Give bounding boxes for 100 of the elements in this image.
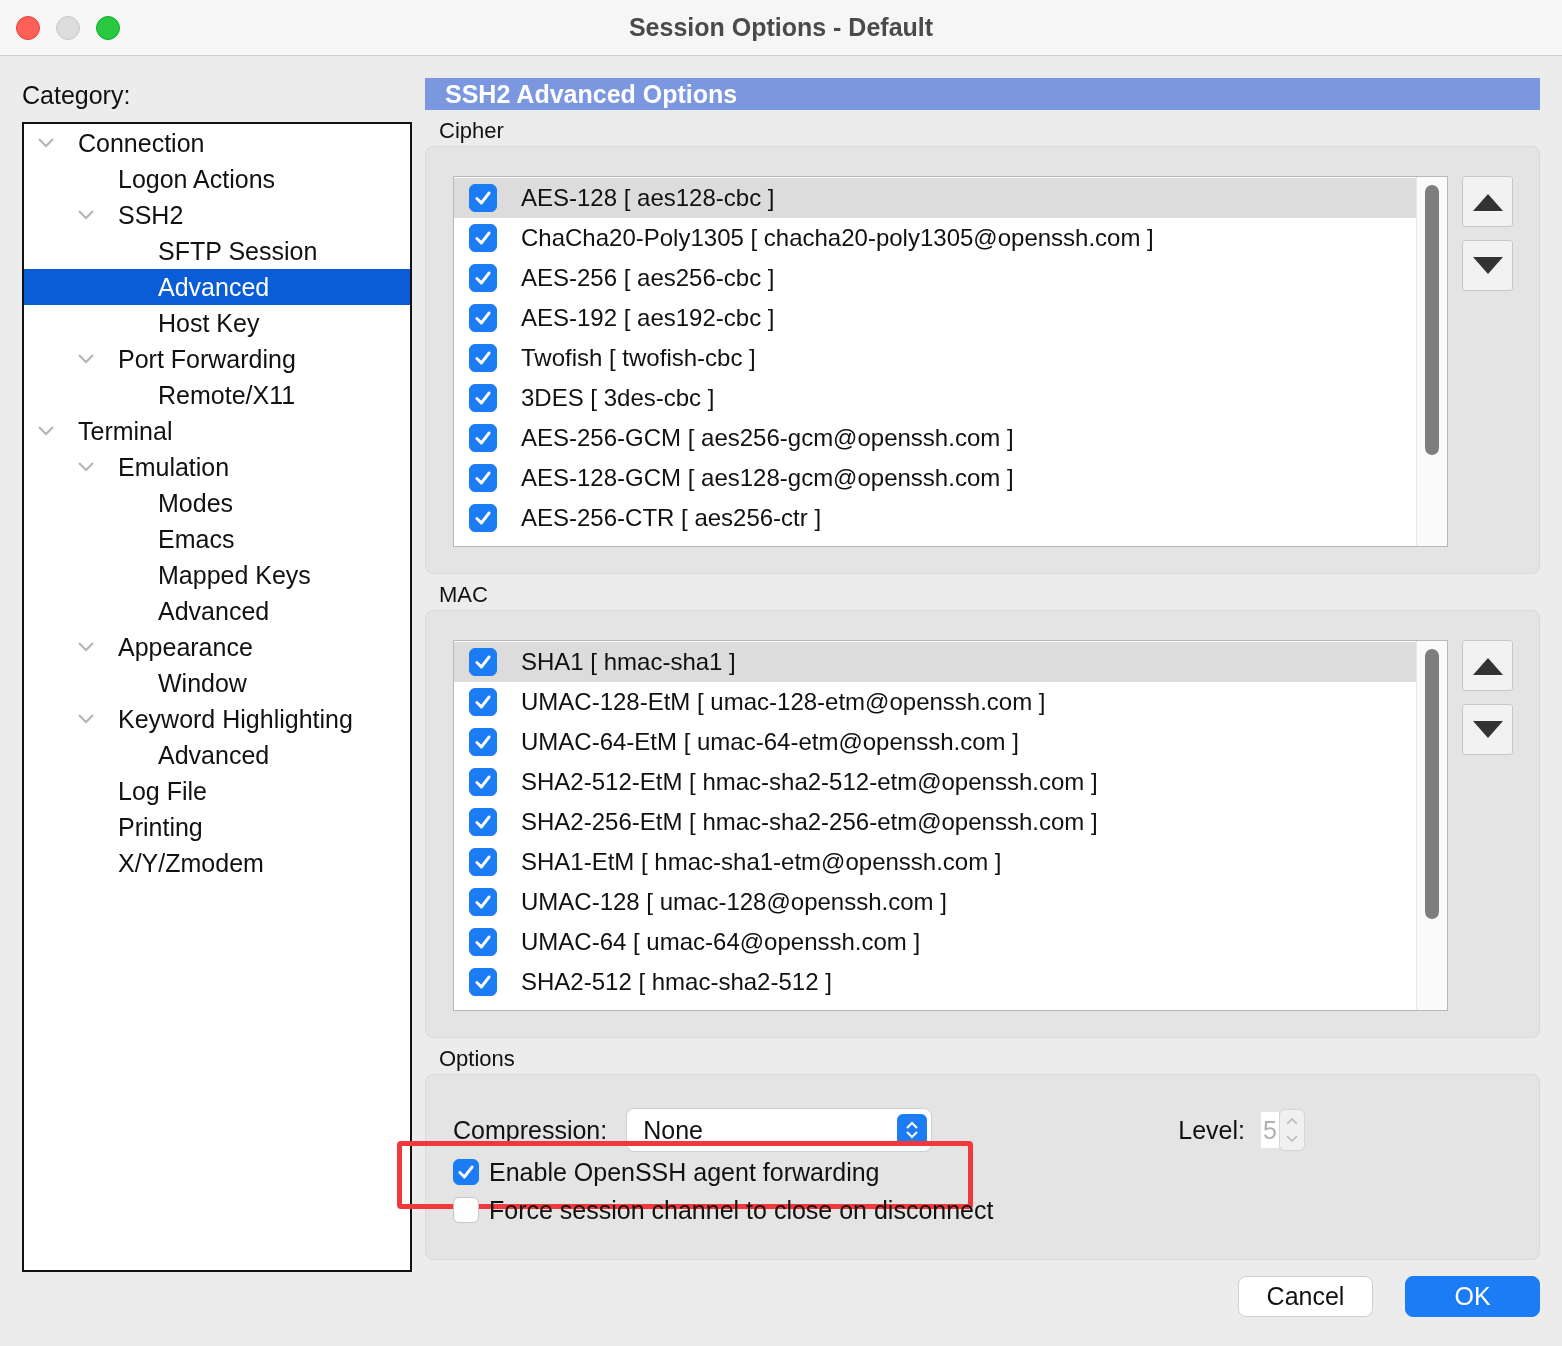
tree-item[interactable]: SFTP Session (24, 233, 410, 269)
list-item-text: AES-256 [ aes256-cbc ] (521, 264, 775, 292)
list-item[interactable]: UMAC-64 [ umac-64@openssh.com ] (454, 922, 1416, 962)
list-item[interactable]: AES-128-GCM [ aes128-gcm@openssh.com ] (454, 458, 1416, 498)
list-item[interactable]: 3DES [ 3des-cbc ] (454, 378, 1416, 418)
tree-item[interactable]: Printing (24, 809, 410, 845)
tree-item[interactable]: Remote/X11 (24, 377, 410, 413)
move-down-button[interactable] (1462, 240, 1513, 291)
checkbox[interactable] (469, 264, 497, 292)
list-item-text: SHA2-512-EtM [ hmac-sha2-512-etm@openssh.com ] (521, 768, 1098, 796)
checkbox[interactable] (469, 344, 497, 372)
list-item-text: SHA2-512 [ hmac-sha2-512 ] (521, 968, 832, 996)
checkbox-label: Enable OpenSSH agent forwarding (489, 1157, 880, 1187)
list-item[interactable]: AES-128 [ aes128-cbc ] (454, 178, 1416, 218)
list-item-text: AES-128-GCM [ aes128-gcm@openssh.com ] (521, 464, 1014, 492)
list-item-text: AES-256-GCM [ aes256-gcm@openssh.com ] (521, 424, 1014, 452)
chevron-down-icon (78, 714, 94, 724)
scrollbar-thumb[interactable] (1425, 649, 1439, 919)
category-label: Category: (22, 80, 132, 111)
checkbox[interactable] (469, 224, 497, 252)
checkbox[interactable] (469, 768, 497, 796)
checkbox[interactable] (469, 848, 497, 876)
list-item-text: ChaCha20-Poly1305 [ chacha20-poly1305@openssh.com ] (521, 224, 1154, 252)
checkbox[interactable] (453, 1197, 479, 1223)
list-item-text: UMAC-128-EtM [ umac-128-etm@openssh.com ] (521, 688, 1046, 716)
list-item[interactable]: AES-256-CTR [ aes256-ctr ] (454, 498, 1416, 538)
ok-button[interactable]: OK (1405, 1276, 1540, 1317)
list-item[interactable]: AES-192 [ aes192-cbc ] (454, 298, 1416, 338)
list-item[interactable]: UMAC-128 [ umac-128@openssh.com ] (454, 882, 1416, 922)
list-item-text: 3DES [ 3des-cbc ] (521, 384, 715, 412)
tree-item[interactable]: Emacs (24, 521, 410, 557)
checkbox[interactable] (469, 304, 497, 332)
chevron-down-icon (78, 462, 94, 472)
list-item[interactable]: SHA2-256-EtM [ hmac-sha2-256-etm@openssh.com ] (454, 802, 1416, 842)
tree-item[interactable]: Log File (24, 773, 410, 809)
field-label: Level: (1178, 1115, 1245, 1145)
chevron-down-icon (38, 138, 54, 148)
list-item[interactable]: SHA1 [ hmac-sha1 ] (454, 642, 1416, 682)
cancel-button[interactable]: Cancel (1238, 1276, 1373, 1317)
section-header: SSH2 Advanced Options (425, 78, 1540, 110)
checkbox[interactable] (469, 688, 497, 716)
checkbox[interactable] (469, 888, 497, 916)
list-item-text: UMAC-64 [ umac-64@openssh.com ] (521, 928, 921, 956)
tree-item[interactable]: Terminal (24, 413, 410, 449)
move-up-button[interactable] (1462, 176, 1513, 227)
window-title: Session Options - Default (628, 13, 934, 42)
list-item-text: SHA2-256-EtM [ hmac-sha2-256-etm@openssh.com ] (521, 808, 1098, 836)
checkbox[interactable] (469, 504, 497, 532)
list-item-text: UMAC-128 [ umac-128@openssh.com ] (521, 888, 947, 916)
tree-item[interactable]: Advanced (24, 593, 410, 629)
list-item-text: Twofish [ twofish-cbc ] (521, 344, 756, 372)
chevron-down-icon (78, 354, 94, 364)
list-item[interactable]: SHA1-EtM [ hmac-sha1-etm@openssh.com ] (454, 842, 1416, 882)
chevron-down-icon (78, 210, 94, 220)
chevron-down-icon (38, 426, 54, 436)
list-item-text: SHA1-EtM [ hmac-sha1-etm@openssh.com ] (521, 848, 1002, 876)
checkbox[interactable] (469, 464, 497, 492)
move-up-button[interactable] (1462, 640, 1513, 691)
checkbox[interactable] (453, 1159, 479, 1185)
chevron-down-icon (78, 642, 94, 652)
list-item[interactable]: AES-256-GCM [ aes256-gcm@openssh.com ] (454, 418, 1416, 458)
list-item-text: AES-128 [ aes128-cbc ] (521, 184, 775, 212)
field-label: Compression: (453, 1115, 608, 1145)
triangle-down-icon (1471, 255, 1504, 276)
tree-item[interactable]: X/Y/Zmodem (24, 845, 410, 881)
list-item[interactable]: UMAC-64-EtM [ umac-64-etm@openssh.com ] (454, 722, 1416, 762)
checkbox[interactable] (469, 968, 497, 996)
list-item-text: UMAC-64-EtM [ umac-64-etm@openssh.com ] (521, 728, 1019, 756)
list-item[interactable]: ChaCha20-Poly1305 [ chacha20-poly1305@openssh.com ] (454, 218, 1416, 258)
list-item[interactable]: SHA2-512-EtM [ hmac-sha2-512-etm@openssh.com ] (454, 762, 1416, 802)
tree-item[interactable]: Advanced (24, 269, 410, 305)
tree-item[interactable]: Port Forwarding (24, 341, 410, 377)
list-item[interactable]: Twofish [ twofish-cbc ] (454, 338, 1416, 378)
tree-item[interactable]: Modes (24, 485, 410, 521)
tree-item[interactable]: Keyword Highlighting (24, 701, 410, 737)
tree-item[interactable]: SSH2 (24, 197, 410, 233)
tree-item[interactable]: Emulation (24, 449, 410, 485)
tree-item[interactable]: Logon Actions (24, 161, 410, 197)
tree-item[interactable]: Advanced (24, 737, 410, 773)
checkbox[interactable] (469, 808, 497, 836)
group-label: MAC (438, 581, 489, 609)
checkbox[interactable] (469, 184, 497, 212)
tree-item[interactable]: Host Key (24, 305, 410, 341)
list-item[interactable]: UMAC-128-EtM [ umac-128-etm@openssh.com ] (454, 682, 1416, 722)
list-item[interactable]: SHA2-512 [ hmac-sha2-512 ] (454, 962, 1416, 1002)
tree-item[interactable]: Mapped Keys (24, 557, 410, 593)
move-down-button[interactable] (1462, 704, 1513, 755)
checkbox[interactable] (469, 424, 497, 452)
tree-item[interactable]: Connection (24, 125, 410, 161)
checkbox[interactable] (469, 384, 497, 412)
list-item-text: AES-256-CTR [ aes256-ctr ] (521, 504, 822, 532)
tree-item[interactable]: Window (24, 665, 410, 701)
list-item[interactable]: AES-256 [ aes256-cbc ] (454, 258, 1416, 298)
zoom-button[interactable] (96, 15, 120, 40)
tree-item[interactable]: Appearance (24, 629, 410, 665)
checkbox[interactable] (469, 928, 497, 956)
checkbox[interactable] (469, 728, 497, 756)
close-button[interactable] (16, 15, 40, 40)
scrollbar-thumb[interactable] (1425, 185, 1439, 455)
checkbox[interactable] (469, 648, 497, 676)
